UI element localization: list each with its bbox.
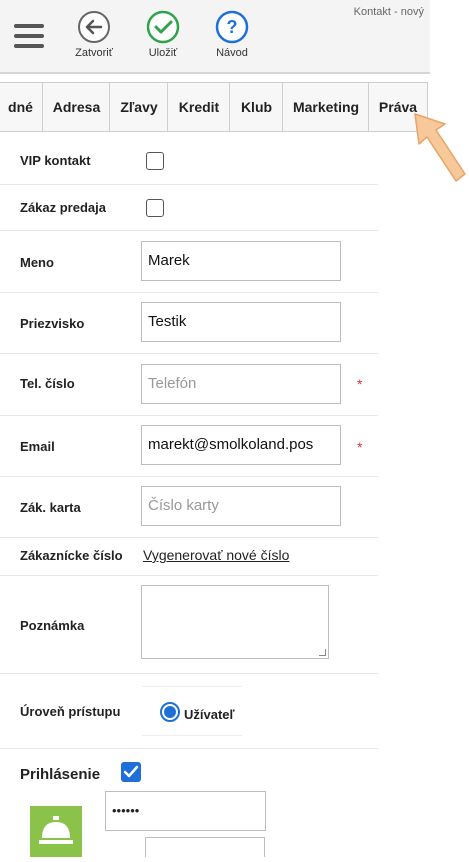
reception-bell-icon	[30, 806, 82, 857]
row-name: Meno Marek	[0, 231, 378, 293]
access-label: Úroveň prístupu	[20, 704, 121, 719]
close-button[interactable]: Zatvoriť	[64, 10, 124, 59]
row-note: Poznámka	[0, 575, 378, 674]
tab-zlavy[interactable]: Zľavy	[109, 82, 169, 131]
page-title: Kontakt - nový	[353, 6, 424, 18]
card-input[interactable]: Číslo karty	[141, 486, 341, 526]
email-input[interactable]: marekt@smolkoland.pos	[141, 425, 341, 465]
ban-label: Zákaz predaja	[20, 200, 106, 215]
card-label: Zák. karta	[20, 500, 81, 515]
row-card: Zák. karta Číslo karty	[0, 476, 378, 538]
row-customer-number: Zákaznícke číslo Vygenerovať nové číslo	[0, 537, 378, 576]
save-button[interactable]: Uložiť	[133, 10, 193, 59]
note-label: Poznámka	[20, 618, 85, 633]
close-button-label: Zatvoriť	[75, 47, 113, 59]
tab-klub[interactable]: Klub	[229, 82, 284, 131]
tabs-divider	[0, 131, 430, 132]
name-input[interactable]: Marek	[141, 241, 341, 281]
check-circle-icon	[146, 10, 180, 44]
row-vip: VIP kontakt	[0, 138, 378, 185]
tab-zakladne[interactable]: dné	[0, 82, 43, 131]
guide-button[interactable]: ? Návod	[202, 10, 262, 59]
generate-number-link[interactable]: Vygenerovať nové číslo	[143, 547, 289, 563]
ban-checkbox[interactable]	[146, 199, 164, 217]
phone-label: Tel. číslo	[20, 376, 75, 391]
tab-bar: dné Adresa Zľavy Kredit Klub Marketing P…	[0, 82, 430, 132]
secondary-input[interactable]	[145, 837, 265, 857]
row-phone: Tel. číslo Telefón *	[0, 354, 378, 416]
email-label: Email	[20, 439, 55, 454]
save-button-label: Uložiť	[148, 47, 178, 59]
vip-label: VIP kontakt	[20, 153, 91, 168]
password-value: ••••••	[112, 803, 140, 818]
back-arrow-icon	[78, 11, 110, 43]
surname-label: Priezvisko	[20, 316, 85, 331]
tab-adresa[interactable]: Adresa	[42, 82, 111, 131]
phone-input[interactable]: Telefón	[141, 364, 341, 404]
login-checkbox[interactable]	[121, 762, 141, 782]
access-option-label: Užívateľ	[184, 707, 235, 722]
menu-icon[interactable]	[14, 24, 44, 48]
row-email: Email marekt@smolkoland.pos *	[0, 415, 378, 477]
guide-button-label: Návod	[216, 47, 248, 59]
required-mark: *	[357, 376, 363, 392]
required-mark: *	[357, 439, 363, 455]
resize-handle-icon[interactable]	[319, 649, 326, 656]
hint-arrow-icon	[414, 113, 466, 182]
login-label: Prihlásenie	[20, 766, 101, 783]
password-input[interactable]: ••••••	[105, 791, 266, 831]
tab-kredit[interactable]: Kredit	[167, 82, 231, 131]
row-access-level: Úroveň prístupu Užívateľ	[0, 673, 378, 749]
name-label: Meno	[20, 255, 54, 270]
svg-text:?: ?	[227, 17, 238, 37]
tab-marketing[interactable]: Marketing	[282, 82, 370, 131]
note-textarea[interactable]	[141, 585, 329, 659]
access-radio-group: Užívateľ	[142, 686, 242, 736]
surname-input[interactable]: Testik	[141, 302, 341, 342]
help-icon: ?	[215, 10, 249, 44]
customer-number-label: Zákaznícke číslo	[20, 548, 123, 563]
row-ban: Zákaz predaja	[0, 184, 378, 231]
vip-checkbox[interactable]	[146, 152, 164, 170]
row-surname: Priezvisko Testik	[0, 292, 378, 354]
toolbar: Zatvoriť Uložiť ? Návod Kontakt - nový	[0, 0, 430, 74]
radio-selected-icon[interactable]	[160, 702, 180, 722]
